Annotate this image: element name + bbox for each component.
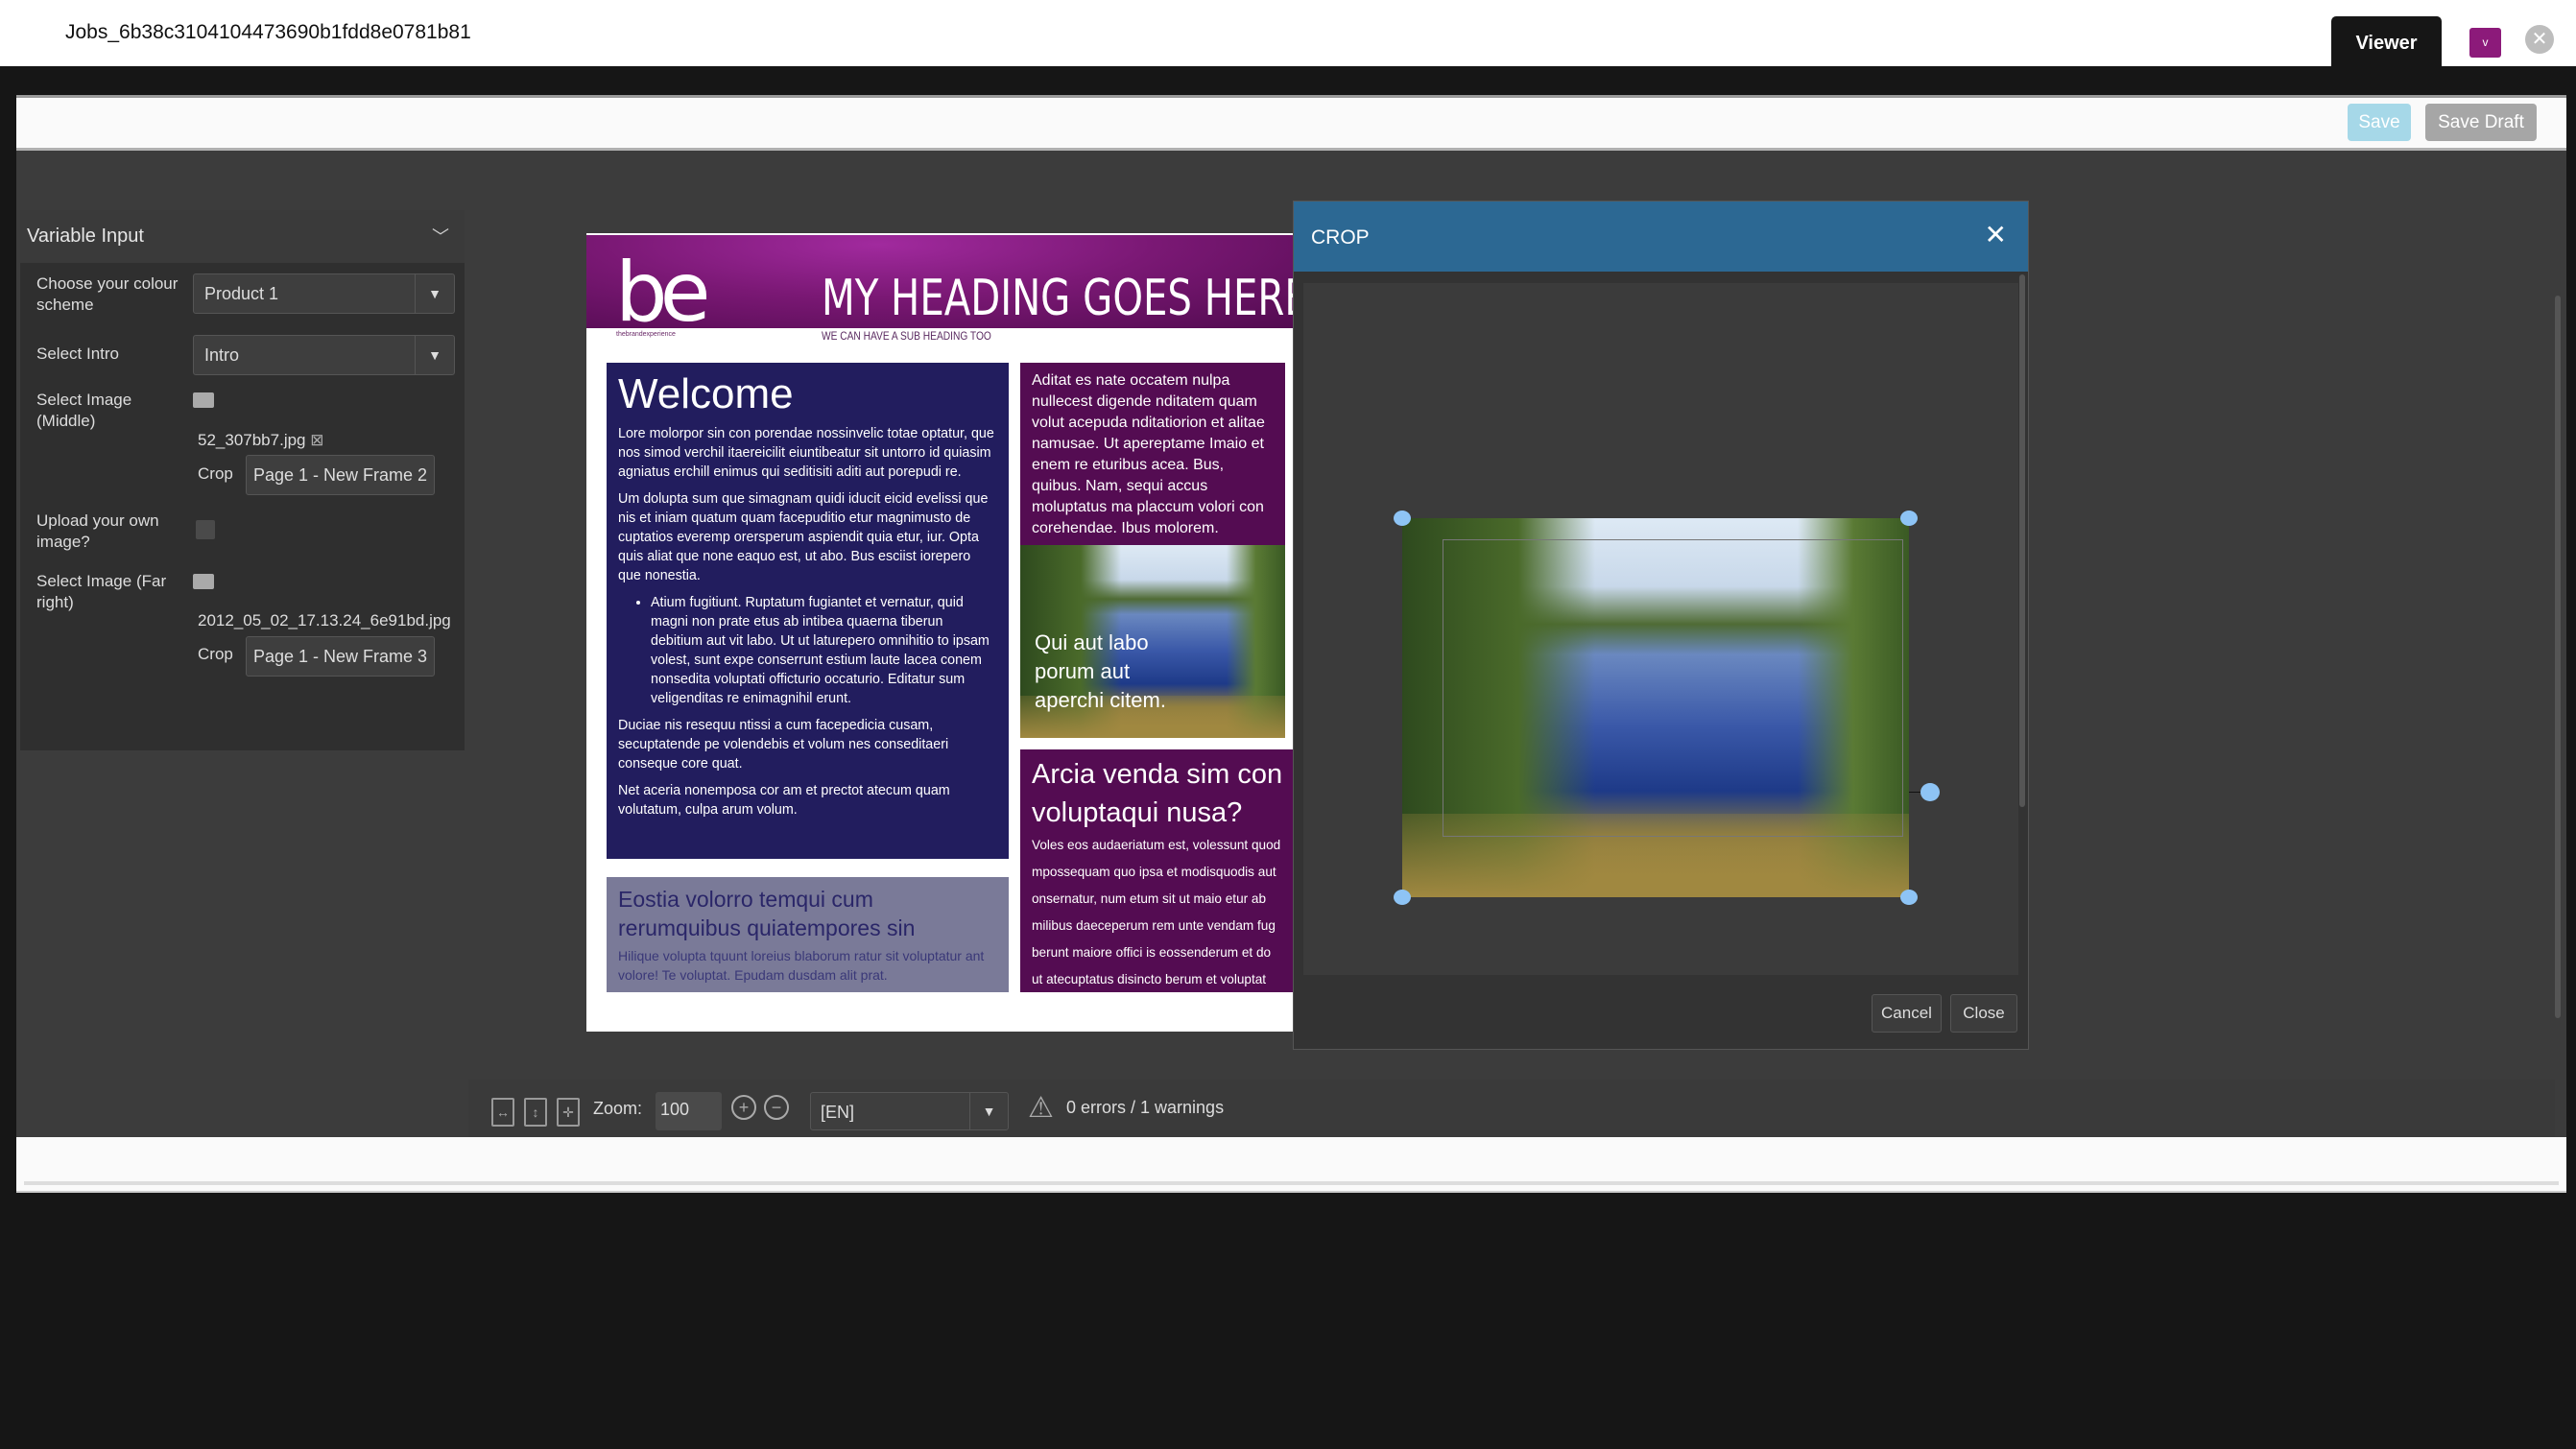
aditat-frame[interactable]: Aditat es nate occatem nulpa nullecest d… <box>1020 363 1285 545</box>
toolbar <box>16 95 2566 151</box>
text-line: Voles eos audaeriatum est, volessunt quo… <box>1032 838 1281 852</box>
dropdown-arrow-icon[interactable]: ▼ <box>415 274 454 313</box>
rotate-handle[interactable] <box>1920 783 1940 801</box>
arcia-title: Arcia venda sim con <box>1032 759 1283 790</box>
paragraph: Duciae nis resequu ntissi a cum facepedi… <box>618 718 949 772</box>
image-picker-icon[interactable] <box>193 392 214 408</box>
text-line: mpossequam quo ipsa et modisquodis aut <box>1032 865 1276 879</box>
paragraph: Hilique volupta tquunt loreius blaborum … <box>618 948 985 983</box>
selected-value: Product 1 <box>204 284 279 303</box>
variable-input-panel: Variable Input ﹀ Choose your colour sche… <box>20 210 465 750</box>
eostia-title: Eostia volorro temqui cum rerumquibus qu… <box>618 887 916 940</box>
arcia-frame[interactable]: Arcia venda sim con voluptaqui nusa? Vol… <box>1020 749 1316 992</box>
middle-image-frame[interactable]: Qui aut labo porum aut aperchi citem. <box>1020 545 1285 738</box>
crop-frame-2-button[interactable]: Page 1 - New Frame 2 <box>246 455 435 495</box>
panel-title: Variable Input <box>27 226 144 247</box>
crop-frame-outline[interactable] <box>1443 539 1903 837</box>
zoom-label: Zoom: <box>593 1099 643 1118</box>
crop-canvas <box>1303 283 2018 975</box>
text-line: onsernatur, num etum sit ut maio etur ab <box>1032 891 1267 906</box>
tab-viewer[interactable]: Viewer <box>2331 16 2442 66</box>
user-menu-button[interactable]: v <box>2469 28 2501 58</box>
remove-image-icon[interactable]: ⊠ <box>310 431 323 449</box>
warning-icon[interactable]: ⚠ <box>1028 1091 1054 1125</box>
intro-select[interactable]: Intro ▼ <box>193 335 455 375</box>
close-button[interactable]: Close <box>1950 994 2017 1033</box>
close-icon[interactable]: ✕ <box>2525 25 2554 54</box>
document-header: be MY HEADING GOES HERE <box>586 235 1316 341</box>
close-icon[interactable]: ✕ <box>1985 219 2007 250</box>
dialog-scrollbar[interactable] <box>2019 274 2025 807</box>
logo: be <box>615 245 710 341</box>
paragraph: Um dolupta sum que simagnam quidi iducit… <box>618 491 989 583</box>
image-middle-file: 52_307bb7.jpg ⊠ <box>198 431 324 450</box>
upload-checkbox[interactable] <box>196 520 215 539</box>
dialog-title: CROP <box>1311 226 1370 249</box>
save-draft-button[interactable]: Save Draft <box>2425 104 2537 141</box>
crop-handle-top-right[interactable] <box>1900 511 1918 526</box>
image-picker-icon[interactable] <box>193 574 214 589</box>
crop-handle-bottom-left[interactable] <box>1394 890 1411 905</box>
colour-scheme-select[interactable]: Product 1 ▼ <box>193 273 455 314</box>
bottom-strip <box>16 1137 2566 1193</box>
text-line: milibus daeceperum rem unte vendam fug <box>1032 918 1276 933</box>
workspace-scrollbar[interactable] <box>2555 296 2561 1018</box>
file-name: 52_307bb7.jpg <box>198 431 306 449</box>
logo-tagline: thebrandexperience <box>616 331 676 338</box>
paragraph: Net aceria nonemposa cor am et prectot a… <box>618 783 950 818</box>
zoom-input[interactable]: 100 <box>656 1092 722 1130</box>
crop-label: Crop <box>198 464 233 483</box>
dropdown-arrow-icon[interactable]: ▼ <box>969 1093 1008 1129</box>
intro-label: Select Intro <box>36 344 119 363</box>
crop-handle-bottom-right[interactable] <box>1900 890 1918 905</box>
document-heading: MY HEADING GOES HERE <box>822 270 1309 327</box>
title-bar: Jobs_6b38c3104104473690b1fdd8e0781b81 Vi… <box>0 0 2576 66</box>
text-line: berunt maiore offici is eossenderum et d… <box>1032 945 1272 960</box>
selected-value: [EN] <box>821 1103 855 1122</box>
fit-page-icon[interactable]: ✛ <box>557 1098 580 1127</box>
document-subheading: WE CAN HAVE A SUB HEADING TOO <box>822 329 991 343</box>
fit-height-icon[interactable]: ↕ <box>524 1098 547 1127</box>
rotate-handle-line <box>1909 792 1920 793</box>
dialog-header: CROP ✕ <box>1294 202 2028 272</box>
arcia-title: voluptaqui nusa? <box>1032 797 1243 828</box>
zoom-in-icon[interactable]: + <box>731 1095 756 1120</box>
language-select[interactable]: [EN] ▼ <box>810 1092 1009 1130</box>
welcome-title: Welcome <box>618 370 794 417</box>
document-preview: be MY HEADING GOES HERE thebrandexperien… <box>586 233 1316 1032</box>
crop-dialog: CROP ✕ Cancel Close <box>1293 201 2029 1050</box>
zoom-out-icon[interactable]: − <box>764 1095 789 1120</box>
welcome-frame[interactable]: Welcome Lore molorpor sin con porendae n… <box>607 363 1009 859</box>
job-title: Jobs_6b38c3104104473690b1fdd8e0781b81 <box>65 21 471 43</box>
text-line: ut atecuptatus disincto berum et volupta… <box>1032 972 1267 986</box>
image-far-right-file: 2012_05_02_17.13.24_6e91bd.jpg <box>198 611 451 629</box>
crop-label: Crop <box>198 645 233 663</box>
cancel-button[interactable]: Cancel <box>1872 994 1942 1033</box>
panel-header[interactable]: Variable Input ﹀ <box>20 210 465 263</box>
status-text[interactable]: 0 errors / 1 warnings <box>1066 1098 1224 1118</box>
dropdown-arrow-icon[interactable]: ▼ <box>415 336 454 374</box>
image-far-right-label: Select Image (Far right) <box>36 572 167 611</box>
paragraph: Aditat es nate occatem nulpa nullecest d… <box>1032 372 1265 536</box>
horizontal-scrollbar[interactable] <box>24 1181 2559 1185</box>
image-middle-label: Select Image (Middle) <box>36 391 132 430</box>
crop-handle-top-left[interactable] <box>1394 511 1411 526</box>
colour-scheme-label: Choose your colour scheme <box>36 274 179 314</box>
paragraph: Lore molorpor sin con porendae nossinvel… <box>618 426 994 480</box>
save-button[interactable]: Save <box>2348 104 2411 141</box>
bullet-item: Atium fugitiunt. Ruptatum fugiantet et v… <box>651 593 997 708</box>
selected-value: Intro <box>204 345 240 365</box>
photo-caption: Qui aut labo porum aut aperchi citem. <box>1035 630 1166 712</box>
fit-width-icon[interactable]: ↔ <box>491 1098 514 1127</box>
upload-label: Upload your own image? <box>36 511 159 551</box>
bottom-toolbar: ↔ ↕ ✛ Zoom: 100 + − [EN] ▼ ⚠ 0 errors / 1… <box>468 1080 2555 1137</box>
chevron-down-icon[interactable]: ﹀ <box>432 224 449 249</box>
crop-frame-3-button[interactable]: Page 1 - New Frame 3 <box>246 636 435 677</box>
eostia-frame[interactable]: Eostia volorro temqui cum rerumquibus qu… <box>607 877 1009 992</box>
